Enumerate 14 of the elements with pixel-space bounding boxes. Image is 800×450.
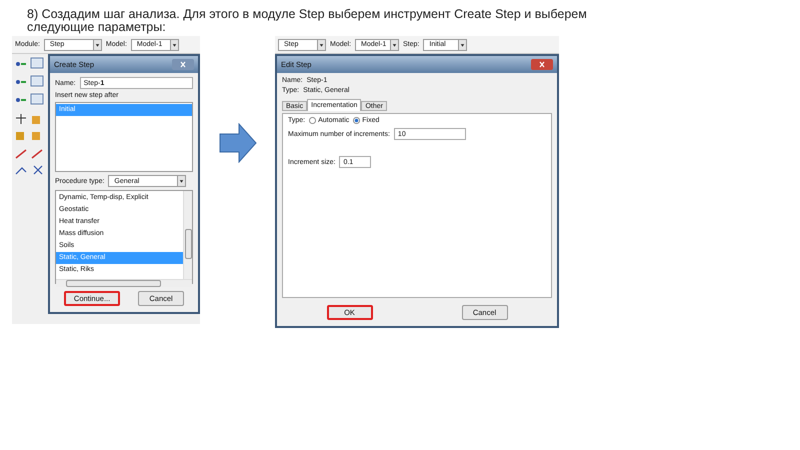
radio-button[interactable]	[353, 117, 360, 124]
caret-icon	[458, 40, 466, 50]
close-icon[interactable]	[531, 59, 553, 70]
vertical-scrollbar[interactable]	[183, 191, 192, 279]
right-arrow-icon	[219, 123, 257, 163]
caret-icon	[170, 40, 178, 50]
instruction-text: 8) Создадим шаг анализа. Для этого в модуле Step выберем инструмент Create Step и выберем следующие параметры:	[27, 8, 587, 34]
horizontal-scrollbar[interactable]	[56, 279, 192, 287]
caret-icon	[390, 40, 398, 50]
caret-icon	[317, 40, 325, 50]
radio-button[interactable]	[309, 117, 316, 124]
close-icon[interactable]	[172, 59, 194, 70]
caret-icon	[92, 40, 101, 50]
caret-icon	[177, 176, 186, 186]
